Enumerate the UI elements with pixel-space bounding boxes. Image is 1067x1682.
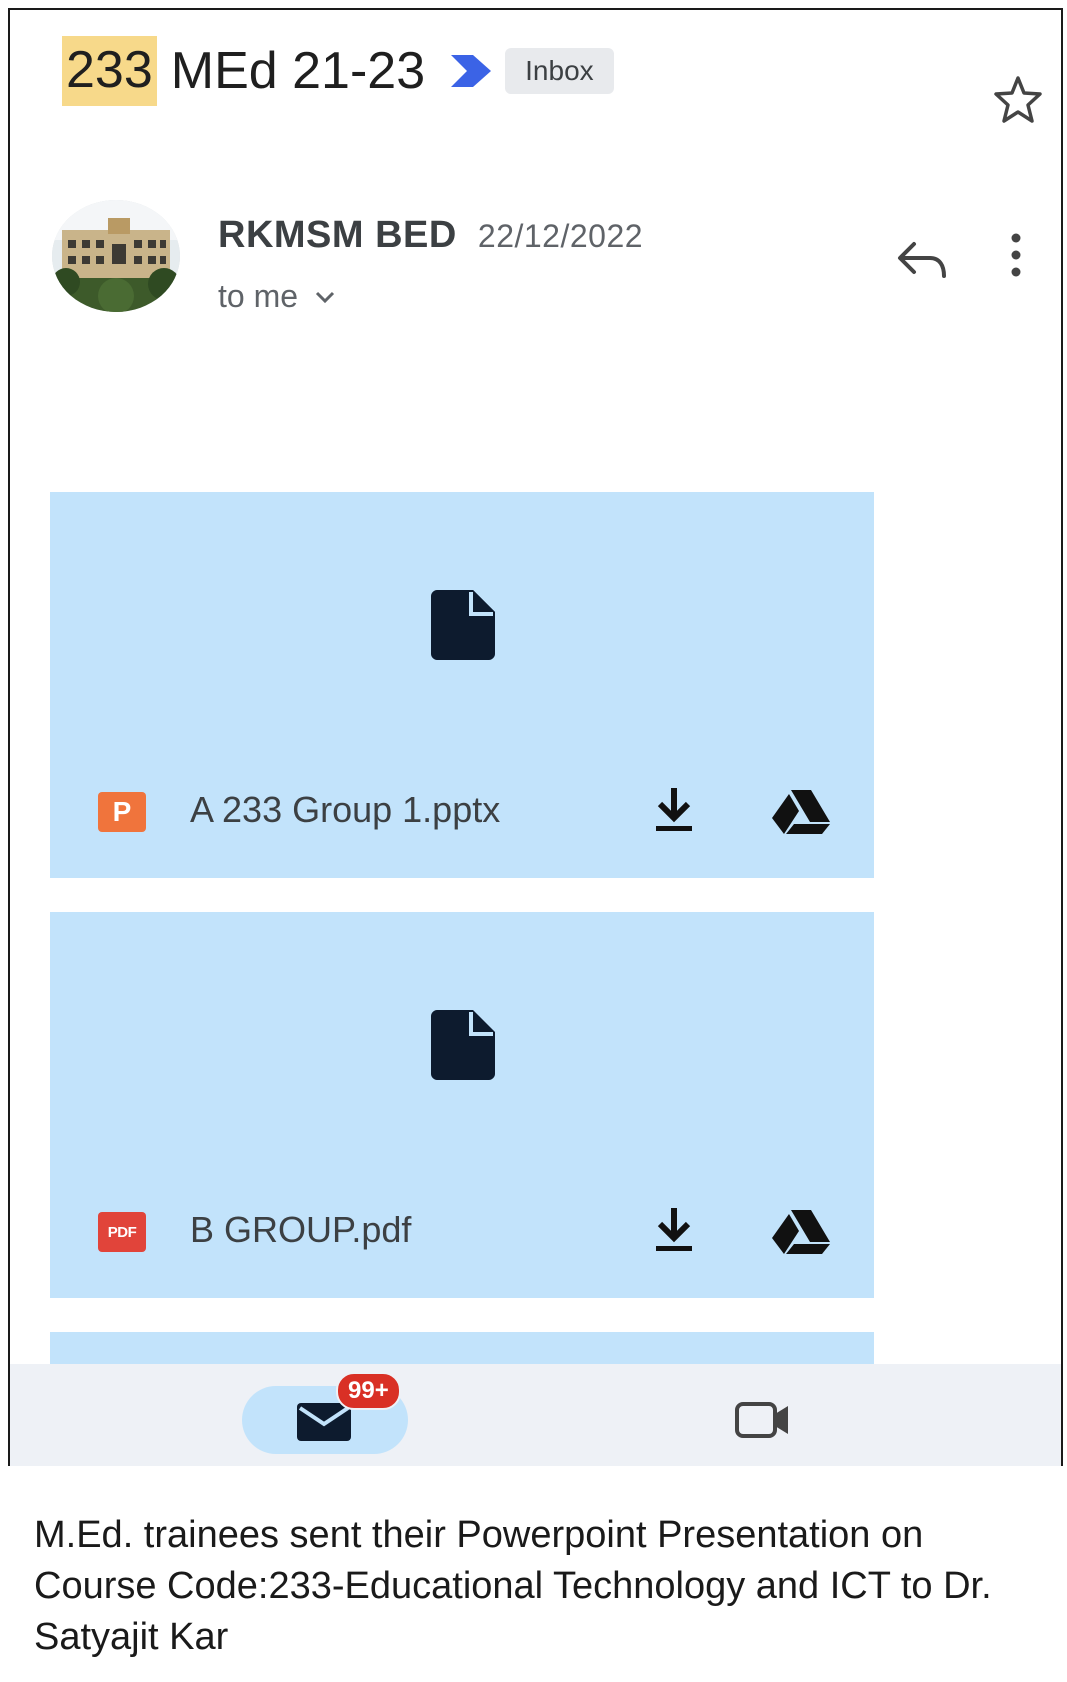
recipient-text: to me: [218, 278, 299, 314]
chevron-down-icon: [315, 291, 335, 303]
subject-text: MEd 21-23: [170, 42, 426, 100]
attachment-name: B GROUP.pdf: [190, 1209, 412, 1250]
recipient-toggle[interactable]: to me: [218, 278, 338, 315]
pptx-type-icon: P: [98, 792, 146, 832]
email-date: 22/12/2022: [477, 218, 644, 254]
star-icon[interactable]: [990, 72, 1046, 128]
reply-icon[interactable]: [894, 236, 950, 284]
more-vert-icon[interactable]: [1006, 232, 1026, 278]
sender-name-text: RKMSM BED: [218, 214, 457, 256]
file-icon: [431, 1010, 495, 1080]
attachment-card[interactable]: P A 233 Group 1.pptx: [50, 492, 874, 878]
attachment-name: A 233 Group 1.pptx: [190, 789, 501, 830]
attachment-card[interactable]: PDF B GROUP.pdf: [50, 912, 874, 1298]
pdf-type-icon: PDF: [98, 1212, 146, 1252]
bottom-navigation: 99+: [10, 1364, 1061, 1466]
building-photo-icon: [52, 200, 180, 312]
subject-highlight: 233: [62, 36, 157, 106]
mail-icon: [297, 1403, 351, 1441]
label-chevron-icon: [451, 55, 492, 87]
sender-name[interactable]: RKMSM BED 22/12/2022: [218, 214, 643, 257]
drive-icon[interactable]: [772, 790, 830, 834]
inbox-label-chip[interactable]: Inbox: [505, 48, 614, 94]
sender-avatar[interactable]: [52, 200, 180, 312]
email-screen: 233 MEd 21-23 Inbox RKMSM BED 22/12/2022…: [8, 8, 1063, 1466]
download-icon[interactable]: [654, 786, 694, 832]
unread-count-badge: 99+: [336, 1372, 401, 1410]
drive-icon[interactable]: [772, 1210, 830, 1254]
file-icon: [431, 590, 495, 660]
download-icon[interactable]: [654, 1206, 694, 1252]
image-caption: M.Ed. trainees sent their Powerpoint Pre…: [34, 1514, 992, 1658]
subject-row: 233 MEd 21-23 Inbox: [62, 36, 614, 106]
video-icon[interactable]: [734, 1398, 792, 1442]
